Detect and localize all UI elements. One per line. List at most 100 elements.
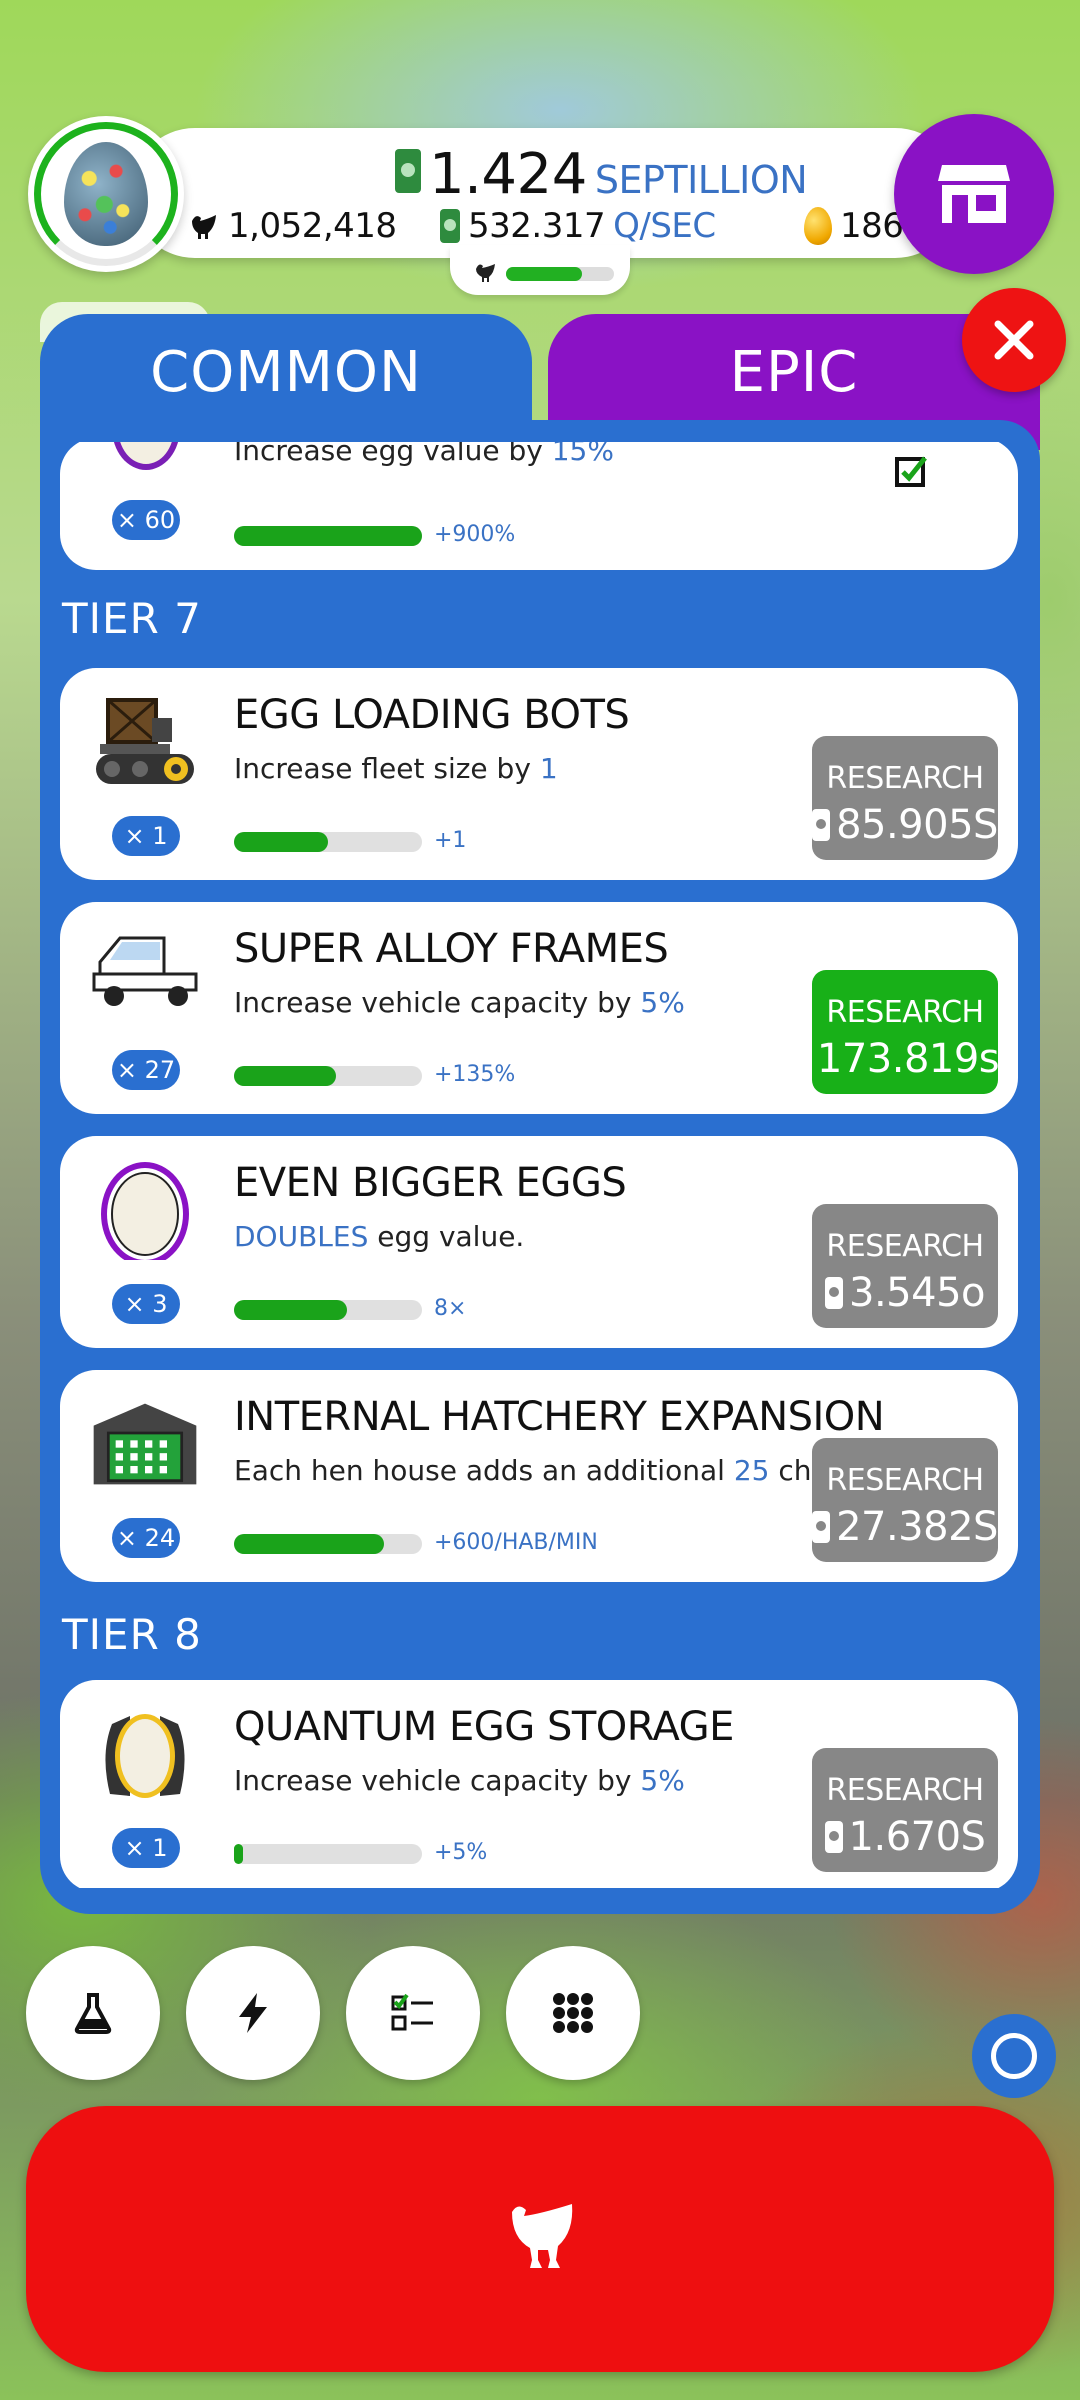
tier-heading: TIER 8 [62, 1610, 202, 1659]
bolt-icon [239, 1993, 267, 2033]
research-title: EGG LOADING BOTS [234, 692, 630, 738]
hatch-progress-fill [506, 267, 582, 281]
golden-egg-value: 186 [840, 206, 904, 246]
cash-icon [395, 149, 421, 193]
shop-button[interactable] [894, 114, 1054, 274]
research-title: SUPER ALLOY FRAMES [234, 926, 669, 972]
menu-grid-button[interactable] [506, 1946, 640, 2080]
research-progress-bar [234, 1066, 422, 1086]
research-title: EVEN BIGGER EGGS [234, 1160, 627, 1206]
research-cost: 3.545o [812, 1270, 998, 1316]
research-progress-bar [234, 1844, 422, 1864]
research-desc: Increase vehicle capacity by 5% [234, 986, 685, 1019]
earning-rate: 532.317 Q/SEC [440, 206, 716, 246]
research-level-badge: × 3 [112, 1284, 180, 1324]
research-progress-fill [234, 1066, 336, 1086]
chicken-icon [192, 215, 216, 239]
money-value: 1.424 [429, 142, 587, 207]
research-card-partial: Increase egg value by 15% × 60 +900% [60, 442, 1018, 570]
tab-epic-label: EPIC [729, 340, 859, 405]
loader-bot-icon [96, 698, 194, 784]
research-desc: Increase fleet size by 1 [234, 752, 558, 785]
completed-checkbox-icon [895, 456, 927, 487]
research-desc: DOUBLES egg value. [234, 1220, 525, 1253]
grid-icon [553, 1993, 593, 2033]
research-progress-fill [234, 1300, 347, 1320]
research-title: INTERNAL HATCHERY EXPANSION [234, 1394, 885, 1440]
truck-icon [92, 936, 198, 1006]
research-lab-button[interactable] [26, 1946, 160, 2080]
research-button[interactable]: RESEARCH 85.905S [812, 736, 998, 860]
research-card: × 24 INTERNAL HATCHERY EXPANSION Each he… [60, 1370, 1018, 1582]
chicken-icon [512, 2204, 573, 2268]
cash-icon [824, 1820, 843, 1853]
research-progress-bar [234, 832, 422, 852]
research-gain: +5% [434, 1840, 488, 1865]
hatch-progress-bar [506, 267, 614, 281]
research-progress-bar [234, 1534, 422, 1554]
research-cost: 173.819s [814, 1035, 1000, 1082]
chicken-count-value: 1,052,418 [228, 206, 397, 246]
research-card: × 1 EGG LOADING BOTS Increase fleet size… [60, 668, 1018, 880]
research-button-label: RESEARCH [826, 1462, 984, 1498]
research-progress-fill [234, 1844, 244, 1864]
research-cost: 85.905S [812, 802, 998, 848]
close-icon [994, 320, 1034, 360]
research-panel: Increase egg value by 15% × 60 +900% TIE… [40, 420, 1040, 1914]
research-title: QUANTUM EGG STORAGE [234, 1704, 734, 1750]
egg-icon [101, 1162, 189, 1260]
missions-button[interactable] [346, 1946, 480, 2080]
research-level-badge: × 1 [112, 816, 180, 856]
research-card: × 3 EVEN BIGGER EGGS DOUBLES egg value. … [60, 1136, 1018, 1348]
research-progress-fill [234, 1534, 385, 1554]
cash-icon [812, 808, 831, 841]
rate-value: 532.317 [468, 206, 606, 246]
research-level-badge: × 27 [112, 1050, 180, 1090]
golden-egg-icon [804, 207, 832, 245]
research-desc: Increase vehicle capacity by 5% [234, 1764, 685, 1797]
hatchery-icon [93, 1403, 197, 1485]
ring-icon [991, 2033, 1037, 2079]
research-button[interactable]: RESEARCH 3.545o [812, 1204, 998, 1328]
research-gain: +1 [434, 828, 467, 853]
cash-icon [440, 209, 460, 243]
research-button-label: RESEARCH [826, 760, 984, 796]
research-gain: +600/HAB/MIN [434, 1530, 598, 1555]
research-card: × 27 SUPER ALLOY FRAMES Increase vehicle… [60, 902, 1018, 1114]
hatch-chicken-button[interactable] [26, 2106, 1054, 2372]
research-button[interactable]: RESEARCH 27.382S [812, 1438, 998, 1562]
research-button-label: RESEARCH [826, 1228, 984, 1264]
research-level-badge: × 24 [112, 1518, 180, 1558]
research-button[interactable]: RESEARCH 173.819s [812, 970, 1000, 1094]
research-gain: +135% [434, 1062, 516, 1087]
research-cost: 27.382S [812, 1504, 998, 1550]
chicken-count: 1,052,418 [186, 206, 397, 246]
small-chicken-icon [476, 264, 495, 282]
research-button-label: RESEARCH [826, 994, 984, 1030]
current-egg-avatar[interactable] [28, 116, 184, 272]
research-progress-fill [234, 832, 328, 852]
research-card: × 1 QUANTUM EGG STORAGE Increase vehicle… [60, 1680, 1018, 1888]
research-list[interactable]: Increase egg value by 15% × 60 +900% TIE… [60, 442, 1018, 1888]
total-money: 1.424 SEPTILLION [395, 142, 808, 207]
tier-heading: TIER 7 [62, 594, 202, 643]
research-button-label: RESEARCH [826, 1772, 984, 1808]
hatch-progress [450, 245, 630, 295]
boosts-button[interactable] [186, 1946, 320, 2080]
cash-icon [812, 1510, 831, 1543]
quantum-egg-icon [105, 1714, 185, 1798]
cash-icon [825, 1276, 843, 1309]
golden-egg-count: 186 [804, 206, 904, 246]
checklist-icon [391, 1993, 433, 2031]
research-desc: Increase egg value by 15% [234, 442, 614, 467]
camera-toggle-button[interactable] [972, 2014, 1056, 2098]
research-button[interactable]: RESEARCH 1.670S [812, 1748, 998, 1872]
close-button[interactable] [962, 288, 1066, 392]
money-unit: SEPTILLION [594, 158, 808, 202]
flask-icon [74, 1993, 112, 2034]
research-gain: +900% [434, 522, 516, 547]
tab-common-label: COMMON [150, 340, 422, 405]
research-level-badge: × 60 [112, 500, 180, 540]
research-progress-bar [234, 1300, 422, 1320]
research-gain: 8× [434, 1296, 467, 1321]
